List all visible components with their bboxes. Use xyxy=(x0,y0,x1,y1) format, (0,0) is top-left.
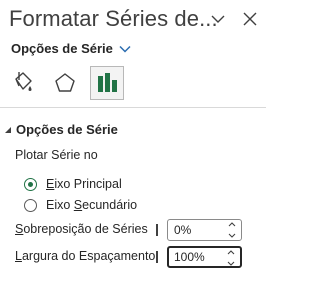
spinner-arrows-icon[interactable] xyxy=(227,222,237,238)
radio-unchecked-icon xyxy=(24,198,37,212)
series-options-section-header[interactable]: Opções de Série xyxy=(4,122,118,137)
primary-axis-label: Eixo Principal xyxy=(46,177,122,191)
gap-width-value: 100% xyxy=(174,250,205,264)
section-title: Opções de Série xyxy=(16,122,118,137)
bar-chart-icon xyxy=(98,73,117,92)
format-series-pane: Formatar Séries de... Opções de Série Op… xyxy=(0,0,266,285)
tab-series-options[interactable] xyxy=(90,66,124,100)
pentagon-icon xyxy=(55,73,75,92)
pane-options-button[interactable] xyxy=(207,8,229,30)
series-overlap-value: 0% xyxy=(174,223,192,237)
tab-divider xyxy=(0,107,266,108)
series-overlap-spinner[interactable]: 0% xyxy=(167,219,242,241)
gap-width-row: Largura do Espaçamento 100% xyxy=(15,246,245,268)
series-options-dropdown-label: Opções de Série xyxy=(11,41,113,56)
chevron-down-icon xyxy=(211,15,225,23)
close-icon xyxy=(243,12,257,26)
close-pane-button[interactable] xyxy=(239,8,261,30)
gap-width-label: Largura do Espaçamento xyxy=(15,249,156,263)
chevron-down-icon xyxy=(119,45,131,53)
pane-title: Formatar Séries de... xyxy=(9,6,218,31)
secondary-axis-label: Eixo Secundário xyxy=(46,198,138,212)
series-options-dropdown[interactable]: Opções de Série xyxy=(11,41,131,56)
plot-series-on-label: Plotar Série no xyxy=(15,148,98,162)
spinner-arrows-icon[interactable] xyxy=(226,250,236,266)
radio-checked-icon xyxy=(24,177,37,191)
secondary-axis-radio[interactable]: Eixo Secundário xyxy=(24,198,137,212)
series-overlap-label: Sobreposição de Séries xyxy=(15,222,148,236)
series-overlap-row: Sobreposição de Séries 0% xyxy=(15,219,245,241)
series-overlap-slider[interactable] xyxy=(156,224,158,236)
paint-bucket-icon xyxy=(15,72,32,91)
tab-fill-line[interactable] xyxy=(5,66,39,100)
tab-effects[interactable] xyxy=(48,66,82,100)
gap-width-slider[interactable] xyxy=(156,251,158,263)
collapse-arrow-icon xyxy=(5,126,11,133)
gap-width-spinner[interactable]: 100% xyxy=(167,246,242,268)
primary-axis-radio[interactable]: Eixo Principal xyxy=(24,177,122,191)
